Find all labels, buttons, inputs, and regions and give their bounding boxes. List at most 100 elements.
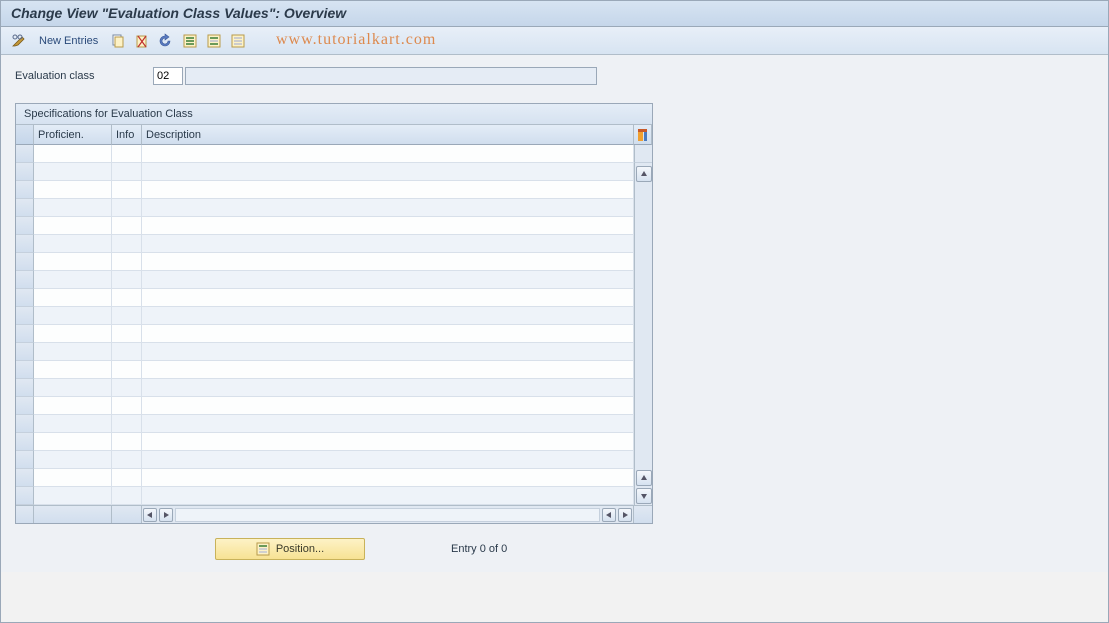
column-header-proficiency[interactable]: Proficien. <box>34 125 112 145</box>
cell-proficiency[interactable] <box>34 379 112 397</box>
column-header-description[interactable]: Description <box>142 125 634 145</box>
cell-proficiency[interactable] <box>34 199 112 217</box>
scroll-right-inner-button[interactable] <box>159 508 173 522</box>
cell-description[interactable] <box>142 289 634 307</box>
cell-proficiency[interactable] <box>34 145 112 163</box>
cell-info[interactable] <box>112 397 142 415</box>
cell-description[interactable] <box>142 325 634 343</box>
cell-description[interactable] <box>142 181 634 199</box>
cell-info[interactable] <box>112 199 142 217</box>
row-selector[interactable] <box>16 163 34 181</box>
cell-info[interactable] <box>112 235 142 253</box>
new-entries-button[interactable]: New Entries <box>33 33 104 49</box>
row-selector[interactable] <box>16 325 34 343</box>
cell-description[interactable] <box>142 271 634 289</box>
cell-proficiency[interactable] <box>34 163 112 181</box>
cell-info[interactable] <box>112 253 142 271</box>
row-selector[interactable] <box>16 469 34 487</box>
cell-proficiency[interactable] <box>34 469 112 487</box>
row-selector[interactable] <box>16 253 34 271</box>
cell-description[interactable] <box>142 415 634 433</box>
select-all-button[interactable] <box>180 31 200 51</box>
scroll-left-button[interactable] <box>143 508 157 522</box>
cell-proficiency[interactable] <box>34 433 112 451</box>
copy-as-button[interactable] <box>108 31 128 51</box>
cell-description[interactable] <box>142 397 634 415</box>
cell-proficiency[interactable] <box>34 253 112 271</box>
row-selector[interactable] <box>16 487 34 505</box>
horizontal-scrollbar[interactable] <box>142 506 634 523</box>
cell-description[interactable] <box>142 145 634 163</box>
cell-proficiency[interactable] <box>34 451 112 469</box>
cell-info[interactable] <box>112 433 142 451</box>
row-selector[interactable] <box>16 271 34 289</box>
cell-proficiency[interactable] <box>34 343 112 361</box>
cell-info[interactable] <box>112 289 142 307</box>
cell-info[interactable] <box>112 469 142 487</box>
cell-description[interactable] <box>142 253 634 271</box>
row-selector[interactable] <box>16 433 34 451</box>
cell-proficiency[interactable] <box>34 289 112 307</box>
cell-info[interactable] <box>112 307 142 325</box>
row-selector[interactable] <box>16 379 34 397</box>
cell-proficiency[interactable] <box>34 397 112 415</box>
scroll-right-button[interactable] <box>618 508 632 522</box>
cell-proficiency[interactable] <box>34 325 112 343</box>
cell-info[interactable] <box>112 487 142 505</box>
scroll-left-inner-button[interactable] <box>602 508 616 522</box>
cell-description[interactable] <box>142 433 634 451</box>
cell-description[interactable] <box>142 343 634 361</box>
scroll-up-button[interactable] <box>636 166 652 182</box>
row-selector[interactable] <box>16 217 34 235</box>
vertical-scrollbar[interactable] <box>634 165 652 505</box>
row-selector[interactable] <box>16 289 34 307</box>
row-selector[interactable] <box>16 307 34 325</box>
cell-proficiency[interactable] <box>34 487 112 505</box>
cell-info[interactable] <box>112 217 142 235</box>
delete-button[interactable] <box>132 31 152 51</box>
row-selector[interactable] <box>16 343 34 361</box>
cell-description[interactable] <box>142 307 634 325</box>
row-selector[interactable] <box>16 199 34 217</box>
row-selector[interactable] <box>16 451 34 469</box>
cell-info[interactable] <box>112 181 142 199</box>
column-header-info[interactable]: Info <box>112 125 142 145</box>
position-button[interactable]: Position... <box>215 538 365 560</box>
evaluation-class-description-input[interactable] <box>185 67 597 85</box>
cell-description[interactable] <box>142 469 634 487</box>
scroll-down-button[interactable] <box>636 488 652 504</box>
cell-proficiency[interactable] <box>34 415 112 433</box>
cell-description[interactable] <box>142 163 634 181</box>
cell-description[interactable] <box>142 217 634 235</box>
row-selector[interactable] <box>16 235 34 253</box>
deselect-all-button[interactable] <box>228 31 248 51</box>
cell-description[interactable] <box>142 361 634 379</box>
row-selector[interactable] <box>16 181 34 199</box>
cell-info[interactable] <box>112 361 142 379</box>
table-settings-button[interactable] <box>634 125 652 145</box>
hscroll-track[interactable] <box>175 508 600 522</box>
row-selector[interactable] <box>16 397 34 415</box>
cell-info[interactable] <box>112 271 142 289</box>
cell-info[interactable] <box>112 415 142 433</box>
cell-proficiency[interactable] <box>34 271 112 289</box>
cell-info[interactable] <box>112 343 142 361</box>
cell-proficiency[interactable] <box>34 361 112 379</box>
cell-description[interactable] <box>142 451 634 469</box>
cell-info[interactable] <box>112 145 142 163</box>
cell-proficiency[interactable] <box>34 181 112 199</box>
cell-description[interactable] <box>142 379 634 397</box>
cell-info[interactable] <box>112 379 142 397</box>
cell-description[interactable] <box>142 199 634 217</box>
cell-proficiency[interactable] <box>34 235 112 253</box>
scroll-down-up-button[interactable] <box>636 470 652 486</box>
column-header-selector[interactable] <box>16 125 34 145</box>
cell-proficiency[interactable] <box>34 307 112 325</box>
row-selector[interactable] <box>16 145 34 163</box>
cell-info[interactable] <box>112 325 142 343</box>
row-selector[interactable] <box>16 361 34 379</box>
cell-info[interactable] <box>112 451 142 469</box>
cell-proficiency[interactable] <box>34 217 112 235</box>
row-selector[interactable] <box>16 415 34 433</box>
cell-description[interactable] <box>142 235 634 253</box>
